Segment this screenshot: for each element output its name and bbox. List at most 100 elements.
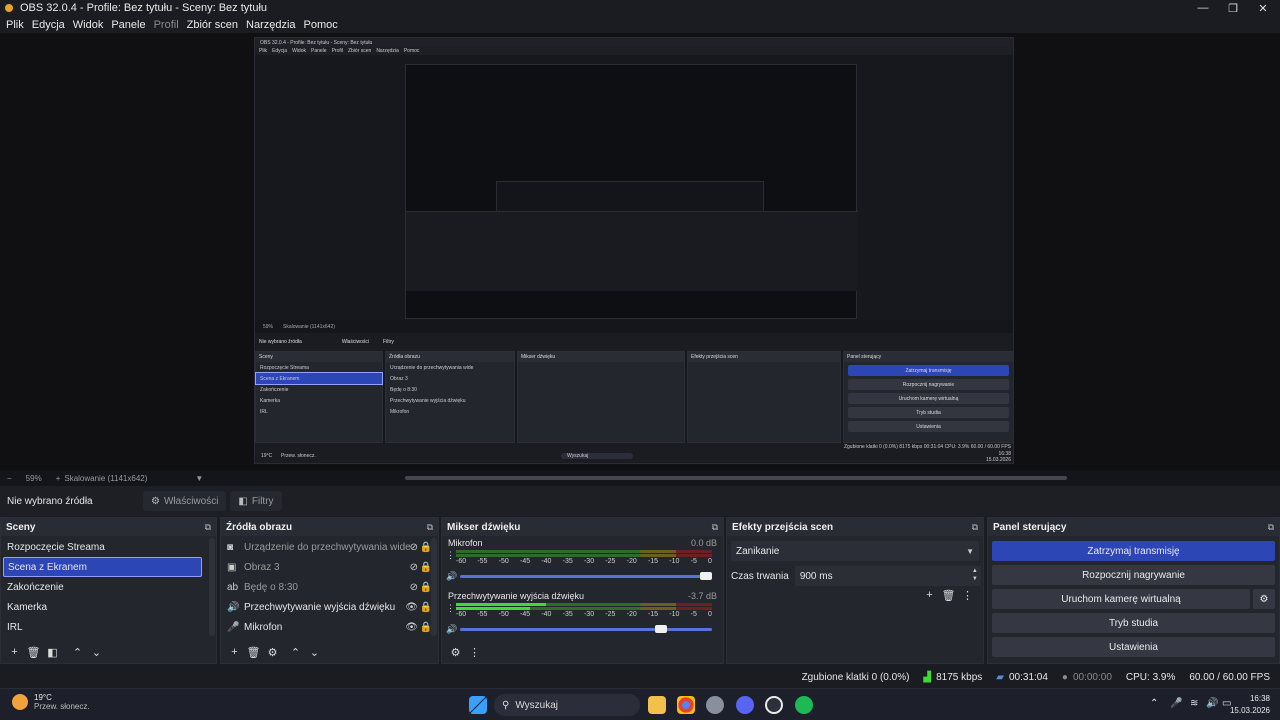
menu-narzedzia[interactable]: Narzędzia <box>246 19 296 31</box>
weather-widget[interactable]: 19°C Przew. słonecz. <box>12 693 90 711</box>
duration-input[interactable]: 900 ms ▲ ▼ <box>794 566 981 586</box>
speaker-icon[interactable]: 🔊 <box>446 624 457 635</box>
menu-zbior-scen[interactable]: Zbiór scen <box>187 19 238 31</box>
controls-buttons: Zatrzymaj transmisję Rozpocznij nagrywan… <box>988 536 1279 657</box>
weather-desc: Przew. słonecz. <box>34 702 90 711</box>
undock-icon[interactable]: ⧉ <box>972 522 978 533</box>
settings-gear-icon[interactable] <box>706 696 724 714</box>
eye-off-icon[interactable]: ⊘ <box>410 562 418 573</box>
file-explorer-icon[interactable] <box>648 696 666 714</box>
add-transition-button[interactable]: + <box>920 586 939 604</box>
obs-taskbar-icon[interactable] <box>765 696 783 714</box>
nested-scene-item: Zakończenie <box>260 386 289 393</box>
close-button[interactable]: ✕ <box>1246 0 1280 16</box>
move-scene-up-button[interactable]: ⌃ <box>68 643 87 661</box>
nested-status-and-taskbar: Zgubione klatki 0 (0.0%) 8175 kbps 00:31… <box>255 443 1013 463</box>
speaker-icon[interactable]: 🔊 <box>446 571 457 582</box>
volume-icon[interactable]: 🔊 <box>1206 698 1218 709</box>
undock-icon[interactable]: ⧉ <box>1268 522 1274 533</box>
scene-item[interactable]: IRL <box>1 617 216 637</box>
eye-icon[interactable]: 👁 <box>405 602 418 613</box>
menu-pomoc[interactable]: Pomoc <box>304 19 338 31</box>
remove-transition-button[interactable]: 🗑 <box>939 586 958 604</box>
mixer-dock: Mikser dźwięku ⧉ Mikrofon 0.0 dB ⋮ -60 -55 -5… <box>441 517 724 664</box>
scenes-scrollbar[interactable] <box>209 538 215 636</box>
volume-slider-handle[interactable] <box>654 625 667 633</box>
menu-panele[interactable]: Panele <box>111 19 145 31</box>
more-vertical-icon[interactable]: ⋮ <box>446 603 455 614</box>
source-properties-button[interactable]: ⚙ <box>263 643 282 661</box>
spotify-icon[interactable] <box>795 696 813 714</box>
horizontal-scrollbar[interactable] <box>405 476 1067 480</box>
meter-tick: -35 <box>562 611 573 618</box>
preview-canvas[interactable]: OBS 32.0.4 - Profile: Bez tytułu - Sceny… <box>254 37 1014 464</box>
chevron-up-icon[interactable]: ⌃ <box>1150 698 1158 709</box>
source-item[interactable]: ab Będę o 8:30 ⊘ 🔒 <box>221 577 438 597</box>
stop-stream-button[interactable]: Zatrzymaj transmisję <box>992 541 1275 561</box>
sources-scrollbar[interactable] <box>431 538 437 636</box>
start-icon[interactable] <box>469 696 487 714</box>
move-source-up-button[interactable]: ⌃ <box>286 643 305 661</box>
eye-icon[interactable]: 👁 <box>405 622 418 633</box>
source-label: Będę o 8:30 <box>244 581 298 593</box>
studio-mode-button[interactable]: Tryb studia <box>992 613 1275 633</box>
undock-icon[interactable]: ⧉ <box>427 522 433 533</box>
virtual-camera-button[interactable]: Uruchom kamerę wirtualną <box>992 589 1250 609</box>
source-item[interactable]: ◙ Urządzenie do przechwytywania wide ⊘ 🔒 <box>221 537 438 557</box>
discord-icon[interactable] <box>736 696 754 714</box>
minimize-button[interactable]: — <box>1186 0 1220 16</box>
properties-button[interactable]: ⚙ Właściwości <box>143 491 227 511</box>
source-item[interactable]: 🎤 Mikrofon 👁 🔒 <box>221 617 438 637</box>
eye-off-icon[interactable]: ⊘ <box>410 582 418 593</box>
menu-edycja[interactable]: Edycja <box>32 19 65 31</box>
start-recording-button[interactable]: Rozpocznij nagrywanie <box>992 565 1275 585</box>
menu-plik[interactable]: Plik <box>6 19 24 31</box>
duration-value: 900 ms <box>799 570 833 582</box>
meter-tick: -30 <box>583 558 595 565</box>
advanced-audio-button[interactable]: ⚙ <box>446 643 465 661</box>
scene-item[interactable]: Kamerka <box>1 597 216 617</box>
scaling-dropdown-icon[interactable]: ▼ <box>195 474 203 483</box>
scene-item-selected[interactable]: Scena z Ekranem <box>3 557 202 577</box>
nested-menu-item: Plik <box>259 48 268 54</box>
scene-filters-button[interactable]: ◧ <box>43 643 62 661</box>
taskbar-clock[interactable]: 16:38 15.03.2026 <box>1230 693 1270 717</box>
transition-menu-button[interactable]: ⋮ <box>958 586 977 604</box>
scene-item[interactable]: Rozpoczęcie Streama <box>1 537 216 557</box>
taskbar-search[interactable]: ⚲ Wyszukaj <box>494 694 640 716</box>
source-item[interactable]: ▣ Obraz 3 ⊘ 🔒 <box>221 557 438 577</box>
source-item[interactable]: 🔊 Przechwytywanie wyjścia dźwięku 👁 🔒 <box>221 597 438 617</box>
filters-button[interactable]: ◧ Filtry <box>230 491 282 511</box>
volume-slider[interactable] <box>460 625 712 633</box>
undock-icon[interactable]: ⧉ <box>205 522 211 533</box>
wifi-icon[interactable]: ≋ <box>1190 698 1198 709</box>
add-source-button[interactable]: + <box>225 643 244 661</box>
settings-button[interactable]: Ustawienia <box>992 637 1275 657</box>
preview-area[interactable]: OBS 32.0.4 - Profile: Bez tytułu - Sceny… <box>0 33 1280 471</box>
chrome-icon[interactable] <box>677 696 695 714</box>
scene-item[interactable]: Zakończenie <box>1 577 216 597</box>
move-scene-down-button[interactable]: ⌄ <box>87 643 106 661</box>
nested-weather-temp: 19°C <box>261 453 273 459</box>
volume-slider-handle[interactable] <box>700 572 712 580</box>
mixer-menu-button[interactable]: ⋮ <box>465 643 484 661</box>
volume-slider[interactable] <box>460 572 712 580</box>
zoom-out-button[interactable]: − <box>7 474 12 483</box>
record-time-item: ● 00:00:00 <box>1062 672 1112 683</box>
transition-select[interactable]: Zanikanie ▼ <box>731 541 979 561</box>
microphone-icon[interactable]: 🎤 <box>1170 698 1182 709</box>
remove-scene-button[interactable]: 🗑 <box>24 643 43 661</box>
menu-profil[interactable]: Profil <box>154 19 179 31</box>
remove-source-button[interactable]: 🗑 <box>244 643 263 661</box>
add-scene-button[interactable]: + <box>5 643 24 661</box>
undock-icon[interactable]: ⧉ <box>712 522 718 533</box>
eye-off-icon[interactable]: ⊘ <box>410 542 418 553</box>
virtual-camera-settings-button[interactable]: ⚙ <box>1253 589 1275 609</box>
zoom-in-button[interactable]: + <box>56 474 61 483</box>
nested-controls-dock: Panel sterujący Zatrzymaj transmisję Roz… <box>843 351 1013 443</box>
spinner-icon[interactable]: ▲ ▼ <box>972 567 978 583</box>
more-vertical-icon[interactable]: ⋮ <box>446 550 455 561</box>
maximize-button[interactable]: ❐ <box>1216 0 1250 16</box>
move-source-down-button[interactable]: ⌄ <box>305 643 324 661</box>
menu-widok[interactable]: Widok <box>73 19 104 31</box>
